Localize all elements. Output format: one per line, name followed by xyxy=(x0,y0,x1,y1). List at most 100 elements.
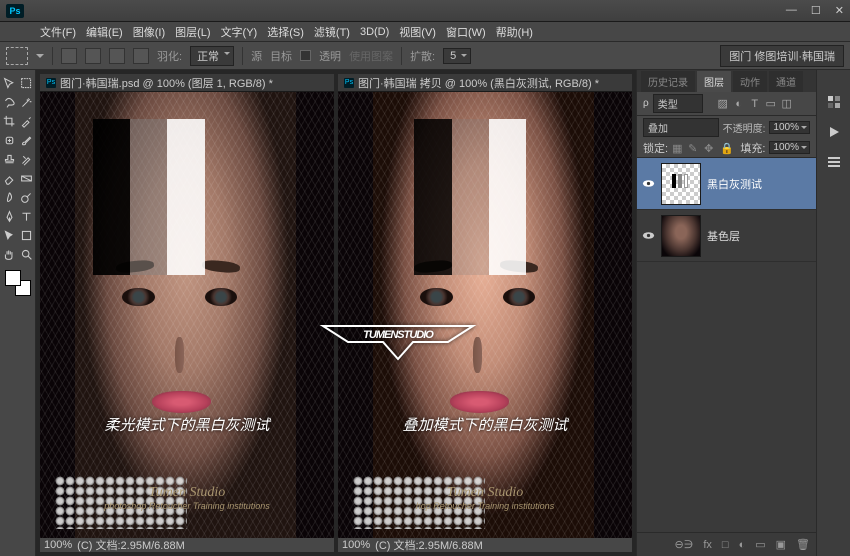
transparent-label: 透明 xyxy=(319,48,341,64)
selection-subtract-icon[interactable] xyxy=(109,48,125,64)
options-bar: 羽化: 正常 源 目标 透明 使用图案 扩散: 5 图门 修图培训·韩国瑞 xyxy=(0,42,850,70)
properties-icon[interactable] xyxy=(823,152,845,172)
fill-value[interactable]: 100% xyxy=(769,141,810,154)
lock-pixels-icon[interactable]: ▦ xyxy=(672,142,684,154)
layer-name[interactable]: 基色层 xyxy=(707,228,740,244)
menu-image[interactable]: 图像(I) xyxy=(133,24,165,40)
menu-window[interactable]: 窗口(W) xyxy=(446,24,486,40)
photoshop-logo: Ps xyxy=(6,4,24,18)
workspace-label[interactable]: 图门 修图培训·韩国瑞 xyxy=(720,45,844,67)
layer-row[interactable]: 基色层 xyxy=(637,210,816,262)
new-layer-icon[interactable]: ▣ xyxy=(776,538,786,551)
selection-new-icon[interactable] xyxy=(61,48,77,64)
menu-file[interactable]: 文件(F) xyxy=(40,24,76,40)
blend-mode-select[interactable]: 叠加 xyxy=(643,118,719,137)
document-tab[interactable]: Ps图门·韩国瑞.psd @ 100% (图层 1, RGB/8) * xyxy=(40,74,334,92)
crop-tool-icon[interactable] xyxy=(1,112,17,130)
menu-layer[interactable]: 图层(L) xyxy=(175,24,210,40)
test-strip xyxy=(93,119,205,275)
brush-tool-icon[interactable] xyxy=(18,131,34,149)
dodge-tool-icon[interactable] xyxy=(18,188,34,206)
document-canvas[interactable]: 柔光模式下的黑白灰测试 Tumen Studiophotoshop Retouc… xyxy=(40,92,334,538)
swatches-icon[interactable] xyxy=(823,92,845,112)
blur-tool-icon[interactable] xyxy=(1,188,17,206)
preset-dropdown-icon[interactable] xyxy=(36,54,44,58)
tab-channels[interactable]: 通道 xyxy=(769,71,803,92)
group-icon[interactable]: ▭ xyxy=(755,538,765,551)
layer-name[interactable]: 黑白灰测试 xyxy=(707,176,762,192)
type-tool-icon[interactable] xyxy=(18,207,34,225)
collapsed-panels xyxy=(816,70,850,556)
menu-view[interactable]: 视图(V) xyxy=(399,24,436,40)
color-swatch[interactable] xyxy=(5,270,31,296)
diffusion-select[interactable]: 5 xyxy=(443,48,471,64)
filter-smart-icon[interactable]: ◫ xyxy=(781,98,793,110)
filter-shape-icon[interactable]: ▭ xyxy=(765,98,777,110)
shape-tool-icon[interactable] xyxy=(18,226,34,244)
tab-actions[interactable]: 动作 xyxy=(733,71,767,92)
layer-row[interactable]: 黑白灰测试 xyxy=(637,158,816,210)
layers-footer: ⊖∋ fx □ ◐ ▭ ▣ 🗑 xyxy=(637,532,816,556)
layer-filter-select[interactable]: 类型 xyxy=(653,94,703,113)
menu-filter[interactable]: 滤镜(T) xyxy=(314,24,350,40)
lock-position-icon[interactable]: ✥ xyxy=(704,142,716,154)
eyedropper-tool-icon[interactable] xyxy=(18,112,34,130)
lock-all-icon[interactable]: 🔒 xyxy=(720,142,732,154)
opacity-label: 不透明度: xyxy=(723,120,766,135)
canvas-caption: 叠加模式下的黑白灰测试 xyxy=(338,414,632,435)
mode-select[interactable]: 正常 xyxy=(190,46,234,66)
gradient-tool-icon[interactable] xyxy=(18,169,34,187)
fx-icon[interactable]: fx xyxy=(703,539,712,551)
lasso-tool-icon[interactable] xyxy=(1,93,17,111)
maximize-button[interactable]: ☐ xyxy=(811,4,821,17)
eraser-tool-icon[interactable] xyxy=(1,169,17,187)
tab-layers[interactable]: 图层 xyxy=(697,71,731,92)
filter-adjust-icon[interactable]: ◐ xyxy=(733,98,745,110)
dest-label[interactable]: 目标 xyxy=(270,48,292,64)
wand-tool-icon[interactable] xyxy=(18,93,34,111)
play-icon[interactable] xyxy=(823,122,845,142)
zoom-tool-icon[interactable] xyxy=(18,245,34,263)
watermark-logo: TUMENSTUDIO xyxy=(318,314,478,369)
layer-thumbnail xyxy=(661,215,701,257)
lock-label: 锁定: xyxy=(643,140,668,156)
path-select-icon[interactable] xyxy=(1,226,17,244)
link-layers-icon[interactable]: ⊖∋ xyxy=(675,538,694,551)
use-pattern-label: 使用图案 xyxy=(349,48,393,64)
menu-select[interactable]: 选择(S) xyxy=(267,24,304,40)
filter-image-icon[interactable]: ▨ xyxy=(717,98,729,110)
source-label[interactable]: 源 xyxy=(251,48,262,64)
transparent-checkbox[interactable] xyxy=(300,50,311,61)
heal-tool-icon[interactable] xyxy=(1,131,17,149)
pen-tool-icon[interactable] xyxy=(1,207,17,225)
canvas-area: Ps图门·韩国瑞.psd @ 100% (图层 1, RGB/8) * 柔光模式… xyxy=(36,70,636,556)
hand-tool-icon[interactable] xyxy=(1,245,17,263)
stamp-tool-icon[interactable] xyxy=(1,150,17,168)
selection-intersect-icon[interactable] xyxy=(133,48,149,64)
menu-3d[interactable]: 3D(D) xyxy=(360,26,389,38)
close-button[interactable]: ✕ xyxy=(835,4,844,17)
mask-icon[interactable]: □ xyxy=(722,539,729,551)
filter-type-icon[interactable]: T xyxy=(749,98,761,110)
tab-history[interactable]: 历史记录 xyxy=(641,71,695,92)
visibility-toggle[interactable] xyxy=(641,229,655,243)
menu-help[interactable]: 帮助(H) xyxy=(496,24,533,40)
marquee-preset-icon[interactable] xyxy=(6,47,28,65)
document-tab[interactable]: Ps图门·韩国瑞 拷贝 @ 100% (黑白灰测试, RGB/8) * xyxy=(338,74,632,92)
lock-paint-icon[interactable]: ✎ xyxy=(688,142,700,154)
minimize-button[interactable]: — xyxy=(786,4,797,17)
delete-layer-icon[interactable]: 🗑 xyxy=(796,538,810,551)
move-tool-icon[interactable] xyxy=(1,74,17,92)
opacity-value[interactable]: 100% xyxy=(769,121,810,134)
adjustment-icon[interactable]: ◐ xyxy=(739,539,746,551)
diffusion-label: 扩散: xyxy=(410,48,435,64)
menu-edit[interactable]: 编辑(E) xyxy=(86,24,123,40)
selection-add-icon[interactable] xyxy=(85,48,101,64)
document-1: Ps图门·韩国瑞.psd @ 100% (图层 1, RGB/8) * 柔光模式… xyxy=(40,74,334,552)
menu-type[interactable]: 文字(Y) xyxy=(221,24,258,40)
marquee-tool-icon[interactable] xyxy=(18,74,34,92)
visibility-toggle[interactable] xyxy=(641,177,655,191)
history-brush-icon[interactable] xyxy=(18,150,34,168)
document-status: 100% (C) 文档:2.95M/6.88M xyxy=(40,538,334,552)
menu-bar: 文件(F) 编辑(E) 图像(I) 图层(L) 文字(Y) 选择(S) 滤镜(T… xyxy=(0,22,850,42)
